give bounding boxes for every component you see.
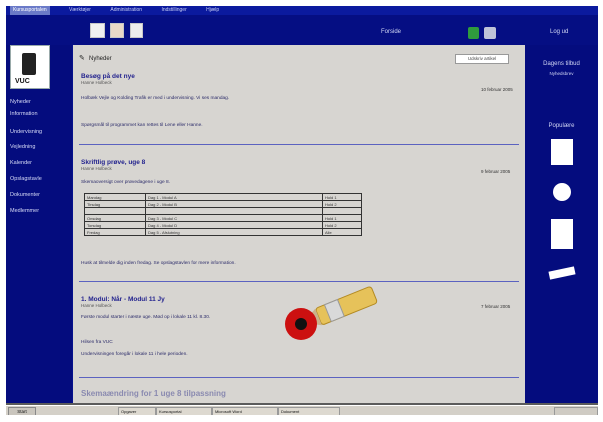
main-content: ✎ Nyheder Udskriv artikel Besøg på det n… xyxy=(73,45,525,403)
user-icon[interactable] xyxy=(468,27,479,39)
table-cell: Onsdag xyxy=(84,214,146,222)
menu-bar: Kursusportalen Værktøjer Administration … xyxy=(6,6,598,15)
table-cell: Fredag xyxy=(84,228,146,236)
table-cell[interactable]: Hold 1 xyxy=(322,214,362,222)
start-button[interactable]: Start xyxy=(8,407,36,415)
taskbar: Start Opgaver Kursusportal Microsoft Wor… xyxy=(6,405,598,415)
logo: VUC xyxy=(10,45,50,89)
taskbar-item[interactable]: Microsoft Word xyxy=(212,407,278,415)
post-title[interactable]: Besøg på det nye xyxy=(81,73,135,80)
table-cell[interactable]: Hold 2 xyxy=(322,221,362,229)
post-body: Skemaoversigt over prøvedagene i uge 8. xyxy=(81,180,171,185)
mic-image[interactable] xyxy=(553,183,571,201)
breadcrumb-label: Nyheder xyxy=(89,56,112,62)
table-row: Mandag Dag 1 - Modul A Hold 1 xyxy=(84,193,362,201)
post-author: Hanne Holbeck xyxy=(81,303,112,308)
table-cell: Dag 3 - Modul C xyxy=(145,214,323,222)
logout-link[interactable]: Log ud xyxy=(550,29,568,35)
right-panel-subtitle[interactable]: Nyhedsbrev xyxy=(525,71,598,77)
table-cell: Dag 2 - Modul B xyxy=(145,200,323,208)
post-body: Holbæk Vejle og Kolding Trafik er med i … xyxy=(81,96,230,101)
pen-cursor-icon xyxy=(285,286,378,340)
system-tray xyxy=(554,407,598,415)
tool-image[interactable] xyxy=(548,266,576,280)
taskbar-item[interactable]: Kursusportal xyxy=(156,407,212,415)
table-cell: Dag 1 - Modul A xyxy=(145,193,323,201)
table-cell xyxy=(84,207,146,215)
table-cell: Dag 5 - Afslutning xyxy=(145,228,323,236)
post-title[interactable]: Skemaændring for 1 uge 8 tilpassning xyxy=(81,389,226,398)
nav-item-medlemmer[interactable]: Medlemmer xyxy=(10,208,39,214)
taskbar-item[interactable]: Dokument xyxy=(278,407,340,415)
table-row: Torsdag Dag 4 - Modul D Hold 2 xyxy=(84,221,362,229)
print-article-button[interactable]: Udskriv artikel xyxy=(455,54,509,64)
preferences-icon[interactable] xyxy=(484,27,496,39)
post-author: Hanne Holbeck xyxy=(81,166,112,171)
right-panel-title: Dagens tilbud xyxy=(543,61,580,67)
forside-link[interactable]: Forside xyxy=(381,29,401,35)
post-date: 7 februar 2005 xyxy=(481,304,511,309)
table-row: Fredag Dag 5 - Afslutning Alle xyxy=(84,228,362,236)
nav-item-opslagstavle[interactable]: Opslagstavle xyxy=(10,176,42,182)
books-icon[interactable] xyxy=(90,23,105,38)
post-date: 10 februar 2005 xyxy=(481,87,513,92)
table-cell xyxy=(145,207,323,215)
divider xyxy=(79,144,519,145)
top-toolbar: Forside Log ud xyxy=(6,15,598,45)
table-cell: Mandag xyxy=(84,193,146,201)
print-icon[interactable] xyxy=(130,23,143,38)
taskbar-item[interactable]: Opgaver xyxy=(118,407,156,415)
post-body: Spørgsmål til programmet kan rettes til … xyxy=(81,123,203,128)
right-sidebar: Dagens tilbud Nyhedsbrev Populære xyxy=(525,45,598,403)
nav-item-vejledning[interactable]: Vejledning xyxy=(10,144,35,150)
nav-item-dokumenter[interactable]: Dokumenter xyxy=(10,192,40,198)
nav-item-information[interactable]: Information xyxy=(10,111,38,117)
table-cell[interactable]: Alle xyxy=(322,228,362,236)
nav-item-undervisning[interactable]: Undervisning xyxy=(10,129,42,135)
news-icon: ✎ xyxy=(79,55,85,62)
table-row xyxy=(84,207,362,215)
browser-window: Kursusportalen Værktøjer Administration … xyxy=(6,6,598,415)
table-row: Tirsdag Dag 2 - Modul B Hold 2 xyxy=(84,200,362,208)
logo-figure-icon xyxy=(22,53,36,75)
table-cell: Dag 4 - Modul D xyxy=(145,221,323,229)
post-date: 9 februar 2005 xyxy=(481,169,511,174)
menu-item-kursusportalen[interactable]: Kursusportalen xyxy=(10,6,50,15)
portrait-image[interactable] xyxy=(551,219,573,249)
post-title[interactable]: Skriftlig prøve, uge 8 xyxy=(81,159,145,166)
breadcrumb: ✎ Nyheder xyxy=(79,55,112,62)
table-row: Onsdag Dag 3 - Modul C Hold 1 xyxy=(84,214,362,222)
book-icon[interactable] xyxy=(110,23,124,38)
table-cell[interactable] xyxy=(322,207,362,215)
nav-item-kalender[interactable]: Kalender xyxy=(10,160,32,166)
table-cell: Tirsdag xyxy=(84,200,146,208)
menu-item-help[interactable]: Hjælp xyxy=(206,6,219,15)
divider xyxy=(79,377,519,378)
post-body: Undervisningen foregår i lokale 11 i hel… xyxy=(81,352,188,357)
left-sidebar: VUC Nyheder Information Undervisning Vej… xyxy=(6,45,72,403)
schedule-table: Mandag Dag 1 - Modul A Hold 1 Tirsdag Dag 2… xyxy=(84,193,362,236)
post-title[interactable]: 1. Modul: Når - Modul 11 Jy xyxy=(81,296,165,303)
table-cell[interactable]: Hold 2 xyxy=(322,200,362,208)
table-cell: Torsdag xyxy=(84,221,146,229)
menu-item-tools[interactable]: Værktøjer xyxy=(69,6,91,15)
post-author: Hanne Holbeck xyxy=(81,80,112,85)
table-cell[interactable]: Hold 1 xyxy=(322,193,362,201)
menu-item-admin[interactable]: Administration xyxy=(110,6,142,15)
post-body: Husk at tilmelde dig inden fredag. Se op… xyxy=(81,261,236,266)
logo-text: VUC xyxy=(15,78,30,85)
menu-item-settings[interactable]: Indstillinger xyxy=(161,6,186,15)
right-panel-title: Populære xyxy=(548,123,575,129)
nav-item-nyheder[interactable]: Nyheder xyxy=(10,99,31,105)
portrait-image[interactable] xyxy=(551,139,573,165)
